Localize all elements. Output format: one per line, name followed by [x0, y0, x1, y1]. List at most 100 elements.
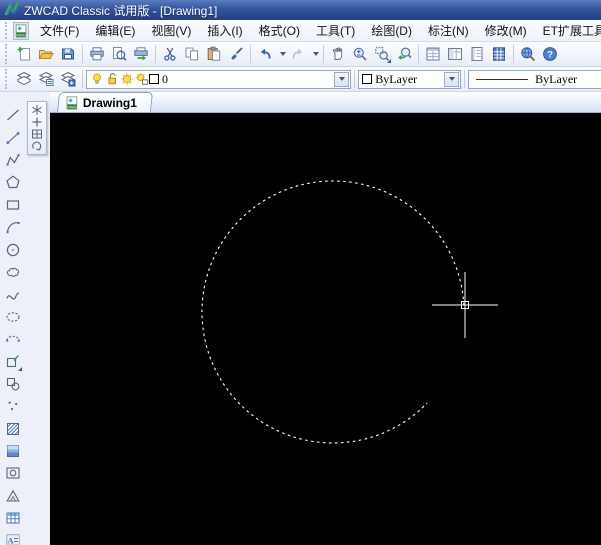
- pan-button[interactable]: [327, 43, 349, 65]
- tool-palettes-icon: [471, 47, 483, 61]
- circle-tool-button[interactable]: [2, 238, 24, 260]
- arc-tool-button[interactable]: [2, 216, 24, 238]
- cut-button[interactable]: [159, 43, 181, 65]
- title-bar: ZWCAD Classic 试用版 - [Drawing1]: [0, 0, 601, 20]
- menu-view[interactable]: 视图(V): [143, 20, 199, 41]
- color-combo-dropdown[interactable]: [444, 71, 460, 87]
- match-properties-button[interactable]: [225, 43, 247, 65]
- linetype-combo[interactable]: ByLayer: [468, 69, 601, 89]
- star-point-button[interactable]: [29, 104, 45, 116]
- copy-button[interactable]: [181, 43, 203, 65]
- object-properties-toolbar: 0 ByLayer ByLayer: [0, 67, 601, 92]
- layer-combo[interactable]: 0: [86, 69, 352, 89]
- layer-properties-manager-button[interactable]: [13, 68, 35, 90]
- plot-button[interactable]: [130, 43, 152, 65]
- bulb-on-icon: [93, 73, 101, 84]
- layer-states-manager-icon: [38, 71, 54, 86]
- ellipse-arc-tool-button[interactable]: [2, 328, 24, 350]
- properties-palette-button[interactable]: [422, 43, 444, 65]
- star-point-icon: [32, 105, 42, 115]
- plus-mark-icon: [32, 117, 42, 127]
- draw-toolbar: A: [2, 104, 26, 545]
- redo-button[interactable]: [287, 43, 309, 65]
- line-tool-button[interactable]: [2, 104, 24, 126]
- menu-tools[interactable]: 工具(T): [308, 20, 363, 41]
- design-center-button[interactable]: [444, 43, 466, 65]
- design-center-icon: [448, 48, 462, 60]
- region-tool-button[interactable]: [2, 462, 24, 484]
- quick-calc-button[interactable]: [488, 43, 510, 65]
- zoom-previous-icon: [398, 47, 412, 60]
- plus-mark-button[interactable]: [29, 116, 45, 128]
- color-combo[interactable]: ByLayer: [358, 69, 462, 89]
- paste-button[interactable]: [203, 43, 225, 65]
- rectangle-tool-button[interactable]: [2, 194, 24, 216]
- toolbar-separator: [418, 45, 419, 63]
- menu-insert[interactable]: 插入(I): [199, 20, 250, 41]
- revision-cloud-tool-button[interactable]: [2, 261, 24, 283]
- revision-cloud-icon: [6, 267, 20, 277]
- layer-name: 0: [162, 71, 168, 86]
- menu-format[interactable]: 格式(O): [251, 20, 308, 41]
- layer-previous-button[interactable]: [57, 68, 79, 90]
- layer-states-manager-button[interactable]: [35, 68, 57, 90]
- toolbar-separator: [82, 45, 83, 63]
- toolbar-separator: [82, 70, 83, 88]
- menu-file[interactable]: 文件(F): [32, 20, 87, 41]
- spline-icon: [6, 292, 20, 300]
- menu-draw[interactable]: 绘图(D): [363, 20, 420, 41]
- spline-tool-button[interactable]: [2, 283, 24, 305]
- wipeout-icon: [6, 489, 20, 502]
- tool-palettes-button[interactable]: [466, 43, 488, 65]
- pan-icon: [332, 47, 343, 60]
- hatch-tool-button[interactable]: [2, 417, 24, 439]
- polygon-tool-button[interactable]: [2, 171, 24, 193]
- color-value: ByLayer: [375, 71, 418, 86]
- menu-express[interactable]: ET扩展工具(X): [535, 20, 601, 41]
- zoom-window-button[interactable]: [371, 43, 393, 65]
- curved-arrow-button[interactable]: [29, 140, 45, 152]
- zwcad-logo-icon: [4, 2, 20, 16]
- linetype-sample-line: [476, 78, 529, 80]
- menubar-grip: [5, 22, 10, 39]
- open-button[interactable]: [35, 43, 57, 65]
- zoom-realtime-icon: [353, 47, 367, 61]
- menu-modify[interactable]: 修改(M): [477, 20, 535, 41]
- table-tool-button[interactable]: [2, 507, 24, 529]
- make-block-tool-button[interactable]: [2, 373, 24, 395]
- construction-line-tool-button[interactable]: [2, 126, 24, 148]
- ellipse-tool-button[interactable]: [2, 306, 24, 328]
- menu-edit[interactable]: 编辑(E): [87, 20, 143, 41]
- save-button[interactable]: [57, 43, 79, 65]
- viewport-sun-icon: [135, 72, 149, 85]
- help-button[interactable]: ?: [539, 43, 561, 65]
- layer-combo-dropdown[interactable]: [334, 71, 350, 87]
- menu-dimension[interactable]: 标注(N): [420, 20, 477, 41]
- insert-block-tool-button[interactable]: [2, 350, 24, 372]
- zoom-previous-button[interactable]: [393, 43, 415, 65]
- undo-dropdown[interactable]: [276, 43, 287, 65]
- mtext-tool-button[interactable]: A: [2, 529, 24, 545]
- grid-box-button[interactable]: [29, 128, 45, 140]
- redo-icon: [292, 48, 303, 59]
- open-icon: [38, 50, 54, 59]
- undo-button[interactable]: [254, 43, 276, 65]
- dwg-document-icon[interactable]: DWG: [13, 21, 29, 40]
- print-preview-button[interactable]: [108, 43, 130, 65]
- main-area: A DWG Drawing1: [0, 92, 601, 545]
- zoom-realtime-button[interactable]: [349, 43, 371, 65]
- wipeout-tool-button[interactable]: [2, 485, 24, 507]
- svg-text:DWG: DWG: [16, 32, 26, 37]
- gradient-tool-button[interactable]: [2, 440, 24, 462]
- print-button[interactable]: [86, 43, 108, 65]
- toolbar-separator: [513, 45, 514, 63]
- polyline-tool-button[interactable]: [2, 149, 24, 171]
- point-tool-button[interactable]: [2, 395, 24, 417]
- tab-drawing1[interactable]: DWG Drawing1: [56, 92, 154, 112]
- redo-dropdown[interactable]: [309, 43, 320, 65]
- sun-thaw-icon: [120, 72, 134, 86]
- new-file-button[interactable]: [13, 43, 35, 65]
- find-button[interactable]: [517, 43, 539, 65]
- toolbar-separator: [250, 45, 251, 63]
- drawing-canvas[interactable]: [50, 113, 601, 545]
